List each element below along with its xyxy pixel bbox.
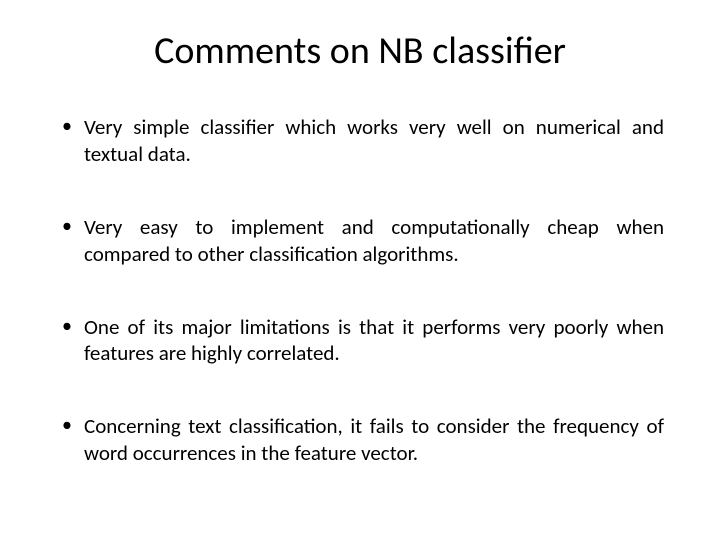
list-item: Very simple classifier which works very …: [56, 114, 664, 168]
list-item: Very easy to implement and computational…: [56, 214, 664, 268]
bullet-list: Very simple classifier which works very …: [56, 114, 664, 467]
slide-title: Comments on NB classifier: [56, 28, 664, 74]
list-item: Concerning text classification, it fails…: [56, 413, 664, 467]
list-item: One of its major limitations is that it …: [56, 314, 664, 368]
